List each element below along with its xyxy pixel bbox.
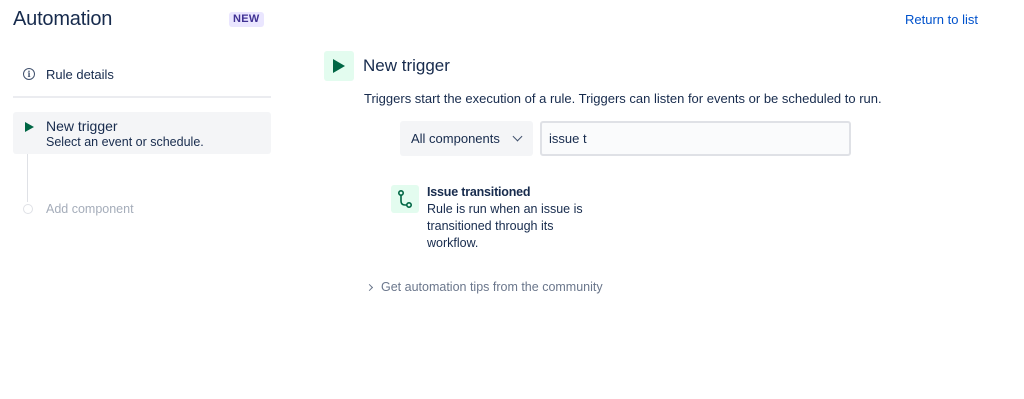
sidebar-item-label: Add component: [46, 202, 134, 216]
search-input[interactable]: [540, 121, 851, 156]
result-title: Issue transitioned: [427, 185, 531, 199]
trigger-play-icon: [324, 51, 354, 81]
new-badge: NEW: [229, 12, 264, 27]
page-title: Automation: [13, 8, 113, 30]
automation-tips-link[interactable]: Get automation tips from the community: [365, 280, 603, 294]
sidebar-item-new-trigger[interactable]: New trigger Select an event or schedule.: [13, 112, 271, 154]
sidebar-step-subtitle: Select an event or schedule.: [46, 135, 204, 149]
transition-icon: [391, 185, 419, 213]
return-to-list-link[interactable]: Return to list: [905, 12, 978, 27]
sidebar-item-rule-details[interactable]: i Rule details: [13, 62, 271, 86]
sidebar-step-title: New trigger: [46, 118, 118, 134]
sidebar-item-add-component[interactable]: Add component: [13, 199, 271, 219]
select-value: All components: [411, 131, 500, 146]
info-icon: i: [23, 68, 35, 80]
chevron-down-icon: [512, 131, 523, 142]
chevron-right-icon: [365, 283, 374, 292]
sidebar-divider: [13, 96, 271, 98]
sidebar-item-label: Rule details: [46, 66, 114, 82]
result-description: Rule is run when an issue is transitione…: [427, 202, 583, 250]
result-item-issue-transitioned[interactable]: Issue transitioned Rule is run when an i…: [391, 183, 601, 255]
step-connector-line: [27, 154, 28, 202]
main-description: Triggers start the execution of a rule. …: [364, 91, 882, 106]
tips-label: Get automation tips from the community: [381, 280, 603, 294]
step-circle-icon: [23, 204, 33, 214]
play-icon: [25, 122, 34, 132]
components-filter-select[interactable]: All components: [400, 121, 533, 156]
main-title: New trigger: [363, 56, 450, 75]
